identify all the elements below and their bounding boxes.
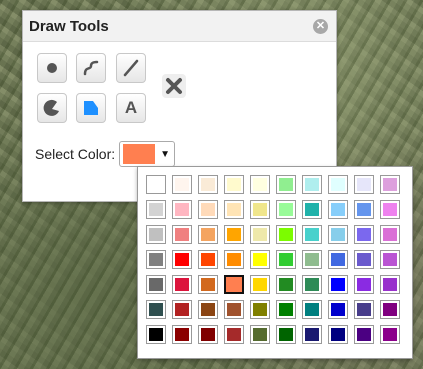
color-swatch[interactable] — [276, 225, 296, 244]
color-swatch[interactable] — [302, 250, 322, 269]
point-tool-button[interactable] — [37, 53, 67, 83]
color-swatch[interactable] — [276, 200, 296, 219]
color-swatch[interactable] — [250, 300, 270, 319]
freehand-polygon-tool-button[interactable] — [37, 93, 67, 123]
color-swatch[interactable] — [198, 175, 218, 194]
color-swatch[interactable] — [302, 225, 322, 244]
color-swatch[interactable] — [224, 300, 244, 319]
color-swatch[interactable] — [276, 175, 296, 194]
color-swatch[interactable] — [328, 275, 348, 294]
color-swatch[interactable] — [302, 275, 322, 294]
color-swatch[interactable] — [198, 200, 218, 219]
clear-button[interactable] — [159, 71, 189, 101]
color-swatch[interactable] — [172, 200, 192, 219]
color-swatch[interactable] — [146, 300, 166, 319]
color-swatch[interactable] — [172, 300, 192, 319]
color-swatch[interactable] — [302, 325, 322, 344]
color-swatch[interactable] — [328, 175, 348, 194]
point-icon — [47, 63, 57, 73]
color-swatch[interactable] — [198, 300, 218, 319]
color-swatch[interactable] — [172, 225, 192, 244]
color-swatch[interactable] — [276, 275, 296, 294]
color-swatch[interactable] — [328, 300, 348, 319]
color-swatch[interactable] — [380, 175, 400, 194]
color-swatch[interactable] — [250, 200, 270, 219]
color-swatch[interactable] — [354, 325, 374, 344]
color-swatch[interactable] — [224, 200, 244, 219]
color-swatch[interactable] — [354, 225, 374, 244]
color-swatch[interactable] — [146, 225, 166, 244]
color-swatch[interactable] — [172, 275, 192, 294]
color-swatch[interactable] — [172, 250, 192, 269]
color-swatch[interactable] — [380, 200, 400, 219]
color-swatch[interactable] — [250, 225, 270, 244]
freehand-tool-button[interactable] — [76, 53, 106, 83]
color-swatch[interactable] — [328, 225, 348, 244]
close-x-icon — [162, 74, 186, 98]
color-swatch[interactable] — [250, 175, 270, 194]
color-swatch[interactable] — [302, 175, 322, 194]
color-swatch[interactable] — [380, 275, 400, 294]
freehand-polygon-icon — [43, 99, 59, 116]
color-swatch[interactable] — [146, 200, 166, 219]
polygon-icon — [84, 101, 98, 115]
close-icon[interactable]: ✕ — [313, 18, 328, 34]
freehand-icon — [83, 60, 99, 76]
color-swatch[interactable] — [354, 300, 374, 319]
color-swatch[interactable] — [172, 175, 192, 194]
line-icon — [123, 59, 139, 77]
color-swatch[interactable] — [250, 275, 270, 294]
color-swatch[interactable] — [146, 250, 166, 269]
color-swatch[interactable] — [224, 325, 244, 344]
chevron-down-icon: ▼ — [160, 148, 171, 160]
color-swatch[interactable] — [302, 200, 322, 219]
color-swatch[interactable] — [250, 250, 270, 269]
selected-color-swatch — [123, 144, 156, 164]
color-swatch[interactable] — [276, 325, 296, 344]
color-swatch[interactable] — [354, 250, 374, 269]
color-swatch[interactable] — [380, 225, 400, 244]
color-swatch[interactable] — [354, 175, 374, 194]
color-swatch[interactable] — [328, 200, 348, 219]
color-swatch[interactable] — [380, 250, 400, 269]
color-swatch[interactable] — [380, 300, 400, 319]
color-swatch[interactable] — [146, 275, 166, 294]
color-swatch[interactable] — [276, 250, 296, 269]
panel-title: Draw Tools — [29, 17, 109, 35]
color-swatch[interactable] — [224, 225, 244, 244]
text-tool-button[interactable]: A — [116, 93, 146, 123]
color-dropdown[interactable]: ▼ — [119, 141, 176, 167]
tool-buttons: A — [37, 53, 187, 133]
polygon-tool-button[interactable] — [76, 93, 106, 123]
color-swatch[interactable] — [276, 300, 296, 319]
color-swatch[interactable] — [146, 175, 166, 194]
color-swatch[interactable] — [224, 250, 244, 269]
color-palette-popup — [137, 166, 413, 359]
color-swatch[interactable] — [354, 200, 374, 219]
color-swatch[interactable] — [172, 325, 192, 344]
line-tool-button[interactable] — [116, 53, 146, 83]
color-swatch[interactable] — [198, 250, 218, 269]
select-color-row: Select Color: ▼ — [35, 141, 176, 167]
color-swatch[interactable] — [380, 325, 400, 344]
text-icon: A — [124, 98, 138, 117]
color-swatch[interactable] — [198, 275, 218, 294]
color-swatch[interactable] — [328, 250, 348, 269]
color-swatch[interactable] — [224, 175, 244, 194]
select-color-label: Select Color: — [35, 146, 116, 162]
color-swatch[interactable] — [250, 325, 270, 344]
color-swatch[interactable] — [198, 325, 218, 344]
color-swatch[interactable] — [302, 300, 322, 319]
color-swatch[interactable] — [328, 325, 348, 344]
color-swatch[interactable] — [146, 325, 166, 344]
color-swatch[interactable] — [354, 275, 374, 294]
color-swatch[interactable] — [224, 275, 244, 294]
panel-header[interactable]: Draw Tools ✕ — [23, 11, 336, 42]
color-swatch[interactable] — [198, 225, 218, 244]
